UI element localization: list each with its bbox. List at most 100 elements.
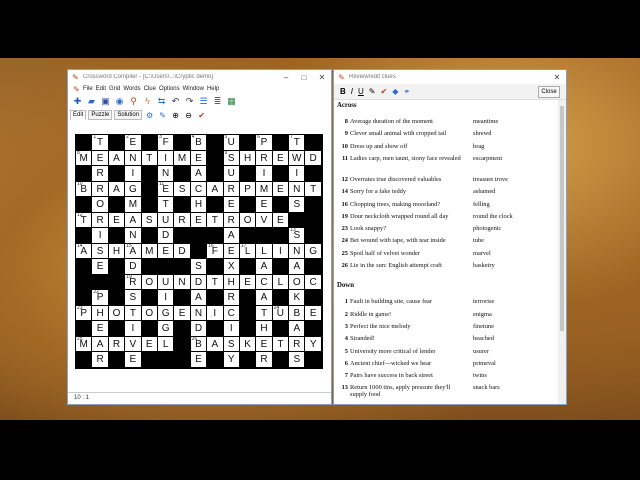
clue-list[interactable]: Across 8 Average duration of the moment me… [334,100,558,404]
grid-cell[interactable]: E [305,305,322,321]
clue-text[interactable]: Dress up and show off [350,143,468,150]
grid-cell[interactable]: R [289,336,306,352]
clue-text[interactable]: Chopping trees, making moorland? [350,201,468,208]
grid-cell[interactable]: R [223,212,240,228]
grid-cell[interactable]: N [190,305,208,321]
clue-text[interactable]: Return 1000 tins, apply pressure they'll… [350,384,468,398]
grid-cell[interactable]: I [92,228,109,244]
save-icon[interactable]: ▣ [100,96,111,107]
grid-cell[interactable]: R [92,352,109,368]
main-titlebar[interactable]: ✎ Crossword Compiler - [C:\Users\...\Cry… [68,70,331,84]
clues-titlebar[interactable]: ✎ Review/edit clues ✕ [334,70,566,84]
check-clue-icon[interactable]: ✔ [381,87,388,96]
menu-item-file[interactable]: File [83,86,93,92]
grid-cell[interactable]: 10 B [76,181,93,197]
grid-cell[interactable]: G [125,181,142,197]
grid-cell[interactable]: D [305,150,322,166]
grid-cell[interactable]: G [157,305,175,321]
link-clue-icon[interactable]: ⚭ [403,87,410,96]
grid-cell[interactable]: E [157,243,175,259]
grid-cell[interactable]: T [157,197,175,213]
grid-cell[interactable]: S [92,243,109,259]
clue-text[interactable]: Clever small animal with cropped tail [350,130,468,137]
grid-cell[interactable]: 8M [76,150,93,166]
grid-cell[interactable]: C [223,305,240,321]
grid-cell[interactable]: Y [223,352,240,368]
clue-text[interactable]: Fault in building site, cause fear [350,298,468,305]
grid-cell[interactable]: N [289,243,306,259]
grid-cell[interactable]: H [223,274,240,290]
clue-text[interactable]: Perfect the nice melody [350,323,468,330]
grid-cell[interactable]: I [125,321,142,337]
grid-cell[interactable]: A [108,150,126,166]
grid-cell[interactable]: S [223,336,240,352]
grid-cell[interactable]: T [305,181,322,197]
grid-cell[interactable]: A [207,181,224,197]
clue-text[interactable]: Bet wound with tape, with tear inside [350,237,468,244]
grid-cell[interactable]: E [272,150,290,166]
grid-cell[interactable]: R [92,212,109,228]
grid-cell[interactable]: H [92,305,109,321]
grid-cell[interactable]: 11 E [157,181,175,197]
grid-cell[interactable]: 24 U [272,305,290,321]
grid-cell[interactable]: A [256,259,273,275]
grid-cell[interactable]: T [207,212,224,228]
grid-cell[interactable]: E [223,243,240,259]
grid-cell[interactable]: 17 L [239,243,257,259]
grid-cell[interactable]: A [256,290,273,306]
grid-cell[interactable]: 9S [223,150,240,166]
menu-item-help[interactable]: Help [207,86,219,92]
undo-icon[interactable]: ↶ [170,96,181,107]
grid-cell[interactable]: Y [305,336,322,352]
grid-cell[interactable]: E [174,305,191,321]
grid-cell[interactable]: G [305,243,322,259]
grid-cell[interactable]: I [272,243,290,259]
grid-cell[interactable]: 4B [190,134,208,151]
grid-cell[interactable]: K [289,290,306,306]
grid-cell[interactable]: D [174,243,191,259]
close-button[interactable]: Close [538,86,560,98]
grid-cell[interactable]: R [223,181,240,197]
bold-button[interactable]: B [340,87,346,96]
menu-item-edit[interactable]: Edit [96,86,106,92]
clue-text[interactable]: Riddle in game! [350,311,468,318]
grid-cell[interactable]: E [92,259,109,275]
grid-cell[interactable]: R [256,150,273,166]
grid-cell[interactable]: L [272,274,290,290]
grid-cell[interactable]: R [92,181,109,197]
grid-cell[interactable]: H [108,243,126,259]
grid-cell[interactable]: D [157,228,175,244]
italic-button[interactable]: I [351,87,353,96]
grid-cell[interactable]: C [190,181,208,197]
menu-item-window[interactable]: Window [183,86,204,92]
clue-text[interactable]: Dour neckcloth wrapped round all day [350,213,468,220]
grid-cell[interactable]: R [174,212,191,228]
list-icon[interactable]: ☰ [198,96,209,107]
minimize-icon[interactable]: – [277,73,295,82]
grid-cell[interactable]: S [174,181,191,197]
grid-cell[interactable]: I [157,150,175,166]
grid-cell[interactable]: U [157,274,175,290]
search-icon[interactable]: ⚲ [128,96,139,107]
grid-cell[interactable]: K [239,336,257,352]
grid-cell[interactable]: M [141,243,158,259]
grid-cell[interactable]: E [223,197,240,213]
settings-icon[interactable]: ⚙ [144,110,155,121]
grid-cell[interactable]: E [256,336,273,352]
grid-cell[interactable]: X [223,259,240,275]
clues-close-icon[interactable]: ✕ [548,73,566,82]
grid-cell[interactable]: T [272,336,290,352]
grid-cell[interactable]: E [272,212,290,228]
add-icon[interactable]: ✚ [72,96,83,107]
grid-cell[interactable]: R [223,290,240,306]
grid-cell[interactable]: 3F [157,134,175,151]
tag-icon[interactable]: ◆ [392,87,398,96]
zoom-in-icon[interactable]: ⊕ [170,110,181,121]
grid-cell[interactable]: 26 B [190,336,208,352]
menu-item-options[interactable]: Options [159,86,180,92]
grid-cell[interactable]: R [256,352,273,368]
grid-cell[interactable]: 16 F [207,243,224,259]
grid-cell[interactable]: M [125,197,142,213]
list-detail-icon[interactable]: ≣ [212,96,223,107]
grid-cell[interactable]: E [190,352,208,368]
